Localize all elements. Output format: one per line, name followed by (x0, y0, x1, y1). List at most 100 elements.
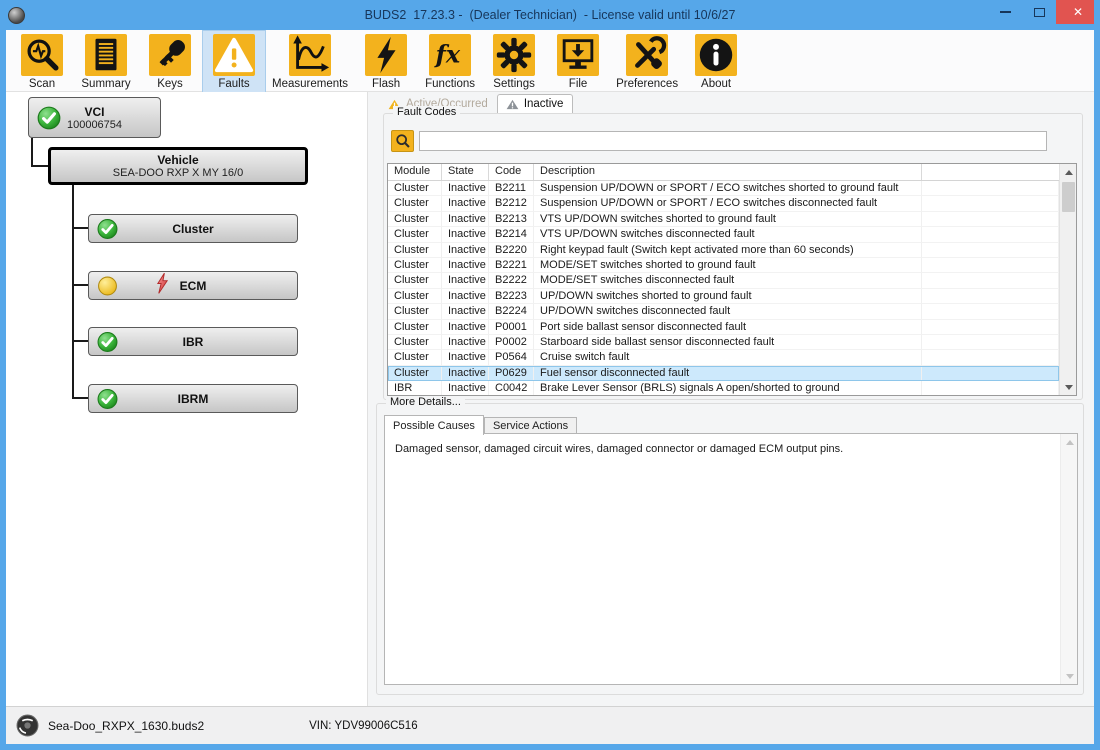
toolbar-label: Scan (29, 78, 55, 90)
fault-row[interactable]: ClusterInactiveB2222MODE/SET switches di… (388, 273, 1059, 288)
more-details-group: More Details... Possible Causes Service … (376, 403, 1084, 695)
fault-cell: UP/DOWN switches shorted to ground fault (534, 289, 922, 304)
fault-cell (922, 273, 1059, 288)
scroll-up-icon[interactable] (1060, 164, 1077, 180)
fault-cell: VTS UP/DOWN switches shorted to ground f… (534, 212, 922, 227)
fault-table-scrollbar[interactable] (1059, 164, 1076, 395)
tree-node-ecm[interactable]: ECM (88, 271, 298, 300)
details-scrollbar[interactable] (1060, 434, 1077, 684)
fault-cell: Cluster (388, 196, 442, 211)
fault-cell (922, 181, 1059, 196)
toolbar-faults-button[interactable]: Faults (202, 30, 266, 93)
close-button[interactable]: ✕ (1056, 0, 1100, 24)
fault-cell: P0001 (489, 320, 534, 335)
fault-row[interactable]: ClusterInactiveB2221MODE/SET switches sh… (388, 258, 1059, 273)
fault-cell: Cluster (388, 320, 442, 335)
fault-cell: Brake Lever Sensor (BRLS) signals A open… (534, 381, 922, 395)
column-header[interactable]: Description (534, 164, 922, 180)
about-icon (695, 34, 737, 76)
toolbar-flash-button[interactable]: Flash (354, 30, 418, 93)
toolbar-scan-button[interactable]: Scan (10, 30, 74, 93)
svg-text:fx: fx (434, 41, 461, 69)
tree-node-cluster[interactable]: Cluster (88, 214, 298, 243)
fault-cell: Inactive (442, 366, 489, 381)
details-content: Damaged sensor, damaged circuit wires, d… (384, 433, 1078, 685)
tree-node-ibrm[interactable]: IBRM (88, 384, 298, 413)
toolbar-label: Measurements (272, 78, 348, 90)
fault-cell: B2224 (489, 304, 534, 319)
scroll-thumb[interactable] (1062, 182, 1075, 212)
scroll-down-icon[interactable] (1060, 379, 1077, 395)
summary-icon (85, 34, 127, 76)
settings-icon (493, 34, 535, 76)
fault-cell: Suspension UP/DOWN or SPORT / ECO switch… (534, 196, 922, 211)
fault-cell: Inactive (442, 381, 489, 395)
tree-connector (72, 185, 74, 399)
fault-cell: P0002 (489, 335, 534, 350)
functions-icon: fx (429, 34, 471, 76)
fault-row[interactable]: IBRInactiveC0042Brake Lever Sensor (BRLS… (388, 381, 1059, 395)
fault-cell: Inactive (442, 258, 489, 273)
fault-search-input[interactable] (419, 131, 1047, 151)
tab-possible-causes[interactable]: Possible Causes (384, 415, 484, 435)
tree-node-vehicle[interactable]: VehicleSEA-DOO RXP X MY 16/0 (48, 147, 308, 185)
details-tabs: Possible Causes Service Actions (384, 415, 577, 435)
titlebar: BUDS2 17.23.3 - (Dealer Technician) - Li… (0, 0, 1100, 30)
toolbar-measurements-button[interactable]: Measurements (266, 30, 354, 93)
status-ok-icon (37, 106, 61, 130)
brp-logo-icon (16, 714, 39, 737)
fault-row[interactable]: ClusterInactiveB2224UP/DOWN switches dis… (388, 304, 1059, 319)
fault-row[interactable]: ClusterInactiveP0002Starboard side balla… (388, 335, 1059, 350)
fault-cell: Cluster (388, 243, 442, 258)
fault-cell (922, 289, 1059, 304)
fault-row[interactable]: ClusterInactiveB2223UP/DOWN switches sho… (388, 289, 1059, 304)
scroll-up-icon[interactable] (1061, 434, 1078, 450)
fault-cell (922, 366, 1059, 381)
column-header[interactable]: Module (388, 164, 442, 180)
node-subtitle: SEA-DOO RXP X MY 16/0 (51, 167, 305, 179)
toolbar-label: Faults (218, 78, 249, 90)
status-warning-icon (97, 275, 118, 296)
toolbar-about-button[interactable]: About (684, 30, 748, 93)
fault-cell: Inactive (442, 350, 489, 365)
group-title: More Details... (386, 396, 465, 408)
fault-row[interactable]: ClusterInactiveB2211Suspension UP/DOWN o… (388, 181, 1059, 196)
fault-row[interactable]: ClusterInactiveP0001Port side ballast se… (388, 320, 1059, 335)
tree-node-vci[interactable]: VCI100006754 (28, 97, 161, 138)
column-header[interactable]: State (442, 164, 489, 180)
column-header[interactable]: Code (489, 164, 534, 180)
toolbar-file-button[interactable]: File (546, 30, 610, 93)
fault-cell: B2221 (489, 258, 534, 273)
fault-row[interactable]: ClusterInactiveB2212Suspension UP/DOWN o… (388, 196, 1059, 211)
toolbar-preferences-button[interactable]: Preferences (610, 30, 684, 93)
fault-row[interactable]: ClusterInactiveB2214VTS UP/DOWN switches… (388, 227, 1059, 242)
preferences-icon (626, 34, 668, 76)
fault-cell (922, 212, 1059, 227)
maximize-button[interactable] (1022, 0, 1056, 24)
toolbar-summary-button[interactable]: Summary (74, 30, 138, 93)
scroll-down-icon[interactable] (1061, 668, 1078, 684)
toolbar-settings-button[interactable]: Settings (482, 30, 546, 93)
tab-label: Inactive (524, 98, 564, 110)
toolbar-keys-button[interactable]: Keys (138, 30, 202, 93)
search-button[interactable] (391, 130, 414, 152)
toolbar-label: Summary (81, 78, 130, 90)
toolbar-functions-button[interactable]: fx Functions (418, 30, 482, 93)
node-title: Vehicle (51, 153, 305, 167)
fault-row[interactable]: ClusterInactiveB2213VTS UP/DOWN switches… (388, 212, 1059, 227)
fault-cell: B2211 (489, 181, 534, 196)
fault-cell: P0629 (489, 366, 534, 381)
minimize-icon (1000, 11, 1011, 13)
tab-inactive[interactable]: Inactive (497, 94, 574, 114)
minimize-button[interactable] (988, 0, 1022, 24)
measurements-icon (289, 34, 331, 76)
fault-row[interactable]: ClusterInactiveB2220Right keypad fault (… (388, 243, 1059, 258)
fault-row[interactable]: ClusterInactiveP0629Fuel sensor disconne… (388, 366, 1059, 381)
node-title: IBRM (89, 392, 297, 406)
toolbar-label: About (701, 78, 731, 90)
fault-row[interactable]: ClusterInactiveP0564Cruise switch fault (388, 350, 1059, 365)
tree-node-ibr[interactable]: IBR (88, 327, 298, 356)
fault-cell: Cluster (388, 350, 442, 365)
fault-cell: C0042 (489, 381, 534, 395)
vehicle-tree-panel: VCI100006754 VehicleSEA-DOO RXP X MY 16/… (6, 92, 368, 706)
